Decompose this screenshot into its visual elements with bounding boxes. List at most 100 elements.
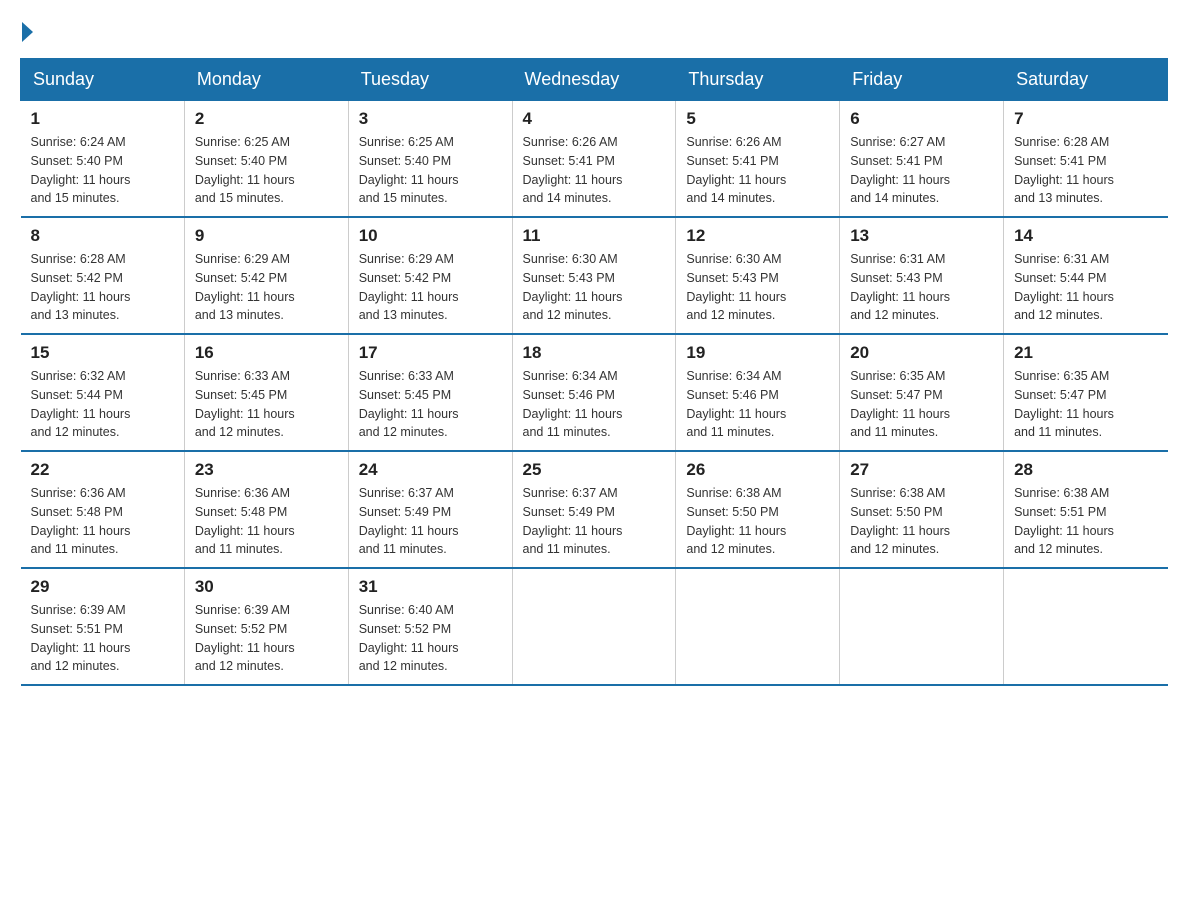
day-number: 15 — [31, 343, 174, 363]
calendar-day-cell: 12 Sunrise: 6:30 AMSunset: 5:43 PMDaylig… — [676, 217, 840, 334]
calendar-day-cell: 1 Sunrise: 6:24 AMSunset: 5:40 PMDayligh… — [21, 101, 185, 218]
day-number: 5 — [686, 109, 829, 129]
header-tuesday: Tuesday — [348, 59, 512, 101]
calendar-week-row: 22 Sunrise: 6:36 AMSunset: 5:48 PMDaylig… — [21, 451, 1168, 568]
header-monday: Monday — [184, 59, 348, 101]
calendar-day-cell: 29 Sunrise: 6:39 AMSunset: 5:51 PMDaylig… — [21, 568, 185, 685]
day-number: 14 — [1014, 226, 1157, 246]
day-info: Sunrise: 6:30 AMSunset: 5:43 PMDaylight:… — [523, 250, 666, 325]
calendar-day-cell: 30 Sunrise: 6:39 AMSunset: 5:52 PMDaylig… — [184, 568, 348, 685]
calendar-day-cell: 6 Sunrise: 6:27 AMSunset: 5:41 PMDayligh… — [840, 101, 1004, 218]
calendar-day-cell: 7 Sunrise: 6:28 AMSunset: 5:41 PMDayligh… — [1004, 101, 1168, 218]
calendar-day-cell: 21 Sunrise: 6:35 AMSunset: 5:47 PMDaylig… — [1004, 334, 1168, 451]
day-info: Sunrise: 6:24 AMSunset: 5:40 PMDaylight:… — [31, 133, 174, 208]
day-info: Sunrise: 6:31 AMSunset: 5:43 PMDaylight:… — [850, 250, 993, 325]
day-number: 23 — [195, 460, 338, 480]
day-info: Sunrise: 6:31 AMSunset: 5:44 PMDaylight:… — [1014, 250, 1157, 325]
day-info: Sunrise: 6:32 AMSunset: 5:44 PMDaylight:… — [31, 367, 174, 442]
day-number: 19 — [686, 343, 829, 363]
day-info: Sunrise: 6:26 AMSunset: 5:41 PMDaylight:… — [523, 133, 666, 208]
calendar-week-row: 29 Sunrise: 6:39 AMSunset: 5:51 PMDaylig… — [21, 568, 1168, 685]
day-number: 25 — [523, 460, 666, 480]
day-number: 2 — [195, 109, 338, 129]
day-number: 4 — [523, 109, 666, 129]
day-number: 18 — [523, 343, 666, 363]
day-info: Sunrise: 6:34 AMSunset: 5:46 PMDaylight:… — [523, 367, 666, 442]
day-info: Sunrise: 6:37 AMSunset: 5:49 PMDaylight:… — [359, 484, 502, 559]
calendar-day-cell: 14 Sunrise: 6:31 AMSunset: 5:44 PMDaylig… — [1004, 217, 1168, 334]
header-wednesday: Wednesday — [512, 59, 676, 101]
day-number: 17 — [359, 343, 502, 363]
day-number: 7 — [1014, 109, 1157, 129]
day-info: Sunrise: 6:39 AMSunset: 5:51 PMDaylight:… — [31, 601, 174, 676]
calendar-day-cell: 16 Sunrise: 6:33 AMSunset: 5:45 PMDaylig… — [184, 334, 348, 451]
calendar-day-cell: 27 Sunrise: 6:38 AMSunset: 5:50 PMDaylig… — [840, 451, 1004, 568]
day-number: 8 — [31, 226, 174, 246]
day-info: Sunrise: 6:38 AMSunset: 5:50 PMDaylight:… — [850, 484, 993, 559]
calendar-week-row: 8 Sunrise: 6:28 AMSunset: 5:42 PMDayligh… — [21, 217, 1168, 334]
calendar-day-cell: 22 Sunrise: 6:36 AMSunset: 5:48 PMDaylig… — [21, 451, 185, 568]
header-saturday: Saturday — [1004, 59, 1168, 101]
day-info: Sunrise: 6:29 AMSunset: 5:42 PMDaylight:… — [359, 250, 502, 325]
day-number: 29 — [31, 577, 174, 597]
day-number: 10 — [359, 226, 502, 246]
calendar-day-cell — [840, 568, 1004, 685]
calendar-week-row: 15 Sunrise: 6:32 AMSunset: 5:44 PMDaylig… — [21, 334, 1168, 451]
day-number: 27 — [850, 460, 993, 480]
calendar-day-cell: 15 Sunrise: 6:32 AMSunset: 5:44 PMDaylig… — [21, 334, 185, 451]
calendar-day-cell: 17 Sunrise: 6:33 AMSunset: 5:45 PMDaylig… — [348, 334, 512, 451]
calendar-day-cell: 28 Sunrise: 6:38 AMSunset: 5:51 PMDaylig… — [1004, 451, 1168, 568]
day-info: Sunrise: 6:26 AMSunset: 5:41 PMDaylight:… — [686, 133, 829, 208]
day-number: 12 — [686, 226, 829, 246]
day-number: 3 — [359, 109, 502, 129]
calendar-day-cell: 2 Sunrise: 6:25 AMSunset: 5:40 PMDayligh… — [184, 101, 348, 218]
day-number: 16 — [195, 343, 338, 363]
calendar-day-cell: 19 Sunrise: 6:34 AMSunset: 5:46 PMDaylig… — [676, 334, 840, 451]
day-info: Sunrise: 6:28 AMSunset: 5:42 PMDaylight:… — [31, 250, 174, 325]
day-info: Sunrise: 6:28 AMSunset: 5:41 PMDaylight:… — [1014, 133, 1157, 208]
day-info: Sunrise: 6:39 AMSunset: 5:52 PMDaylight:… — [195, 601, 338, 676]
day-info: Sunrise: 6:35 AMSunset: 5:47 PMDaylight:… — [850, 367, 993, 442]
day-number: 28 — [1014, 460, 1157, 480]
day-info: Sunrise: 6:27 AMSunset: 5:41 PMDaylight:… — [850, 133, 993, 208]
day-info: Sunrise: 6:33 AMSunset: 5:45 PMDaylight:… — [195, 367, 338, 442]
logo — [20, 20, 33, 38]
calendar-day-cell — [512, 568, 676, 685]
calendar-day-cell — [676, 568, 840, 685]
header-friday: Friday — [840, 59, 1004, 101]
day-number: 31 — [359, 577, 502, 597]
calendar-day-cell: 24 Sunrise: 6:37 AMSunset: 5:49 PMDaylig… — [348, 451, 512, 568]
logo-arrow-icon — [22, 22, 33, 42]
day-info: Sunrise: 6:30 AMSunset: 5:43 PMDaylight:… — [686, 250, 829, 325]
day-number: 24 — [359, 460, 502, 480]
day-info: Sunrise: 6:40 AMSunset: 5:52 PMDaylight:… — [359, 601, 502, 676]
calendar-day-cell — [1004, 568, 1168, 685]
day-info: Sunrise: 6:33 AMSunset: 5:45 PMDaylight:… — [359, 367, 502, 442]
day-info: Sunrise: 6:25 AMSunset: 5:40 PMDaylight:… — [359, 133, 502, 208]
day-number: 13 — [850, 226, 993, 246]
day-number: 11 — [523, 226, 666, 246]
day-number: 20 — [850, 343, 993, 363]
day-number: 1 — [31, 109, 174, 129]
calendar-day-cell: 11 Sunrise: 6:30 AMSunset: 5:43 PMDaylig… — [512, 217, 676, 334]
calendar-day-cell: 25 Sunrise: 6:37 AMSunset: 5:49 PMDaylig… — [512, 451, 676, 568]
day-info: Sunrise: 6:35 AMSunset: 5:47 PMDaylight:… — [1014, 367, 1157, 442]
calendar-day-cell: 23 Sunrise: 6:36 AMSunset: 5:48 PMDaylig… — [184, 451, 348, 568]
header-sunday: Sunday — [21, 59, 185, 101]
day-info: Sunrise: 6:29 AMSunset: 5:42 PMDaylight:… — [195, 250, 338, 325]
day-info: Sunrise: 6:38 AMSunset: 5:51 PMDaylight:… — [1014, 484, 1157, 559]
day-info: Sunrise: 6:36 AMSunset: 5:48 PMDaylight:… — [195, 484, 338, 559]
day-number: 26 — [686, 460, 829, 480]
day-number: 21 — [1014, 343, 1157, 363]
calendar-day-cell: 31 Sunrise: 6:40 AMSunset: 5:52 PMDaylig… — [348, 568, 512, 685]
calendar-day-cell: 10 Sunrise: 6:29 AMSunset: 5:42 PMDaylig… — [348, 217, 512, 334]
calendar-day-cell: 18 Sunrise: 6:34 AMSunset: 5:46 PMDaylig… — [512, 334, 676, 451]
calendar-table: SundayMondayTuesdayWednesdayThursdayFrid… — [20, 58, 1168, 686]
day-info: Sunrise: 6:25 AMSunset: 5:40 PMDaylight:… — [195, 133, 338, 208]
day-number: 6 — [850, 109, 993, 129]
calendar-week-row: 1 Sunrise: 6:24 AMSunset: 5:40 PMDayligh… — [21, 101, 1168, 218]
header-thursday: Thursday — [676, 59, 840, 101]
day-number: 9 — [195, 226, 338, 246]
calendar-day-cell: 4 Sunrise: 6:26 AMSunset: 5:41 PMDayligh… — [512, 101, 676, 218]
day-info: Sunrise: 6:36 AMSunset: 5:48 PMDaylight:… — [31, 484, 174, 559]
